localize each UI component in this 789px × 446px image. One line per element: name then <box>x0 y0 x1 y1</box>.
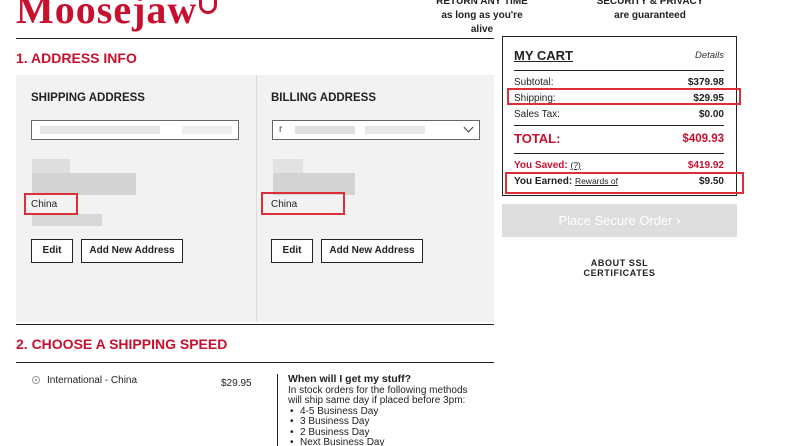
redacted-phone <box>32 214 102 226</box>
redacted-street <box>32 173 136 195</box>
cart-divider <box>514 70 724 71</box>
shipping-option-price: $29.95 <box>221 378 252 389</box>
logo-text: Moosejaw <box>16 0 198 32</box>
subtotal-row: Subtotal: $379.98 <box>514 77 724 88</box>
section-rule <box>16 324 494 325</box>
address-section-header: 1. ADDRESS INFO <box>16 38 494 68</box>
shipping-edit-button[interactable]: Edit <box>31 239 73 263</box>
subtotal-value: $379.98 <box>687 77 724 88</box>
billing-select-value: r <box>279 124 283 135</box>
chevron-down-icon <box>463 122 474 133</box>
country-highlight <box>261 192 345 215</box>
billing-address-heading: BILLING ADDRESS <box>271 92 376 104</box>
security-promo: SECURITY & PRIVACY are guaranteed <box>590 0 710 23</box>
shipping-address-select[interactable] <box>31 120 239 140</box>
shipping-info-text-2: will ship same day if placed before 3pm: <box>288 395 466 406</box>
promo-2-line-2: are guaranteed <box>614 10 686 21</box>
shipping-option-international[interactable]: International - China <box>16 375 256 386</box>
promo-1-line-1: RETURN ANY TIME <box>436 0 528 7</box>
return-policy-promo: RETURN ANY TIME as long as you're alive <box>430 0 534 37</box>
shipping-method-item: 3 Business Day <box>288 416 487 428</box>
billing-address-column: BILLING ADDRESS r China Edit Add New Add… <box>256 75 494 322</box>
billing-edit-button[interactable]: Edit <box>271 239 313 263</box>
address-section-title: 1. ADDRESS INFO <box>16 50 137 66</box>
tax-row: Sales Tax: $0.00 <box>514 109 724 120</box>
radio-button[interactable] <box>32 376 40 385</box>
earned-highlight <box>505 172 744 194</box>
saved-value: $419.92 <box>687 160 724 171</box>
saved-label: You Saved: <box>514 160 568 171</box>
shipping-highlight <box>507 88 741 105</box>
place-secure-order-button[interactable]: Place Secure Order › <box>502 204 737 237</box>
billing-add-address-button[interactable]: Add New Address <box>321 239 423 263</box>
saved-row: You Saved: (?) $419.92 <box>514 160 724 171</box>
shipping-methods-list: 4-5 Business Day 3 Business Day 2 Busine… <box>288 406 487 446</box>
redacted-address <box>365 126 425 134</box>
promo-1-line-2: as long as you're alive <box>441 10 523 35</box>
tax-value: $0.00 <box>698 109 724 120</box>
cart-divider <box>514 153 724 154</box>
ssl-line-2: CERTIFICATES <box>583 268 656 278</box>
shipping-address-heading: SHIPPING ADDRESS <box>31 92 145 104</box>
shipping-add-address-button[interactable]: Add New Address <box>81 239 183 263</box>
country-highlight <box>24 193 78 215</box>
shipping-info-heading: When will I get my stuff? <box>288 373 412 385</box>
shipping-speed-title: 2. CHOOSE A SHIPPING SPEED <box>16 336 228 352</box>
section-rule <box>16 362 494 363</box>
redacted-address <box>40 126 160 134</box>
shipping-info-box: When will I get my stuff? In stock order… <box>277 374 487 446</box>
cart-divider <box>514 125 724 126</box>
ssl-line-1: ABOUT SSL <box>590 258 649 268</box>
promo-2-line-1: SECURITY & PRIVACY <box>596 0 704 7</box>
moosejaw-logo[interactable]: Moosejaw <box>16 0 218 34</box>
cart-details-link[interactable]: Details <box>695 50 724 61</box>
tax-label: Sales Tax: <box>514 109 560 120</box>
saved-help-link[interactable]: (?) <box>571 160 581 170</box>
ssl-certificates-link[interactable]: ABOUT SSL CERTIFICATES <box>572 258 667 278</box>
address-panel: SHIPPING ADDRESS China Edit Add New Addr… <box>16 75 494 322</box>
shipping-option-label: International - China <box>47 375 138 386</box>
redacted-address <box>295 126 355 134</box>
billing-address-select[interactable]: r <box>272 120 480 140</box>
cart-title: MY CART <box>514 48 573 63</box>
antler-icon <box>199 0 218 14</box>
shipping-method-item: Next Business Day <box>288 437 487 446</box>
total-label: TOTAL: <box>514 131 561 146</box>
subtotal-label: Subtotal: <box>514 77 554 88</box>
total-row: TOTAL: $409.93 <box>514 131 724 146</box>
section-rule <box>16 38 494 39</box>
shipping-address-column: SHIPPING ADDRESS China Edit Add New Addr… <box>16 75 256 322</box>
total-value: $409.93 <box>682 133 724 145</box>
redacted-address <box>182 126 232 134</box>
